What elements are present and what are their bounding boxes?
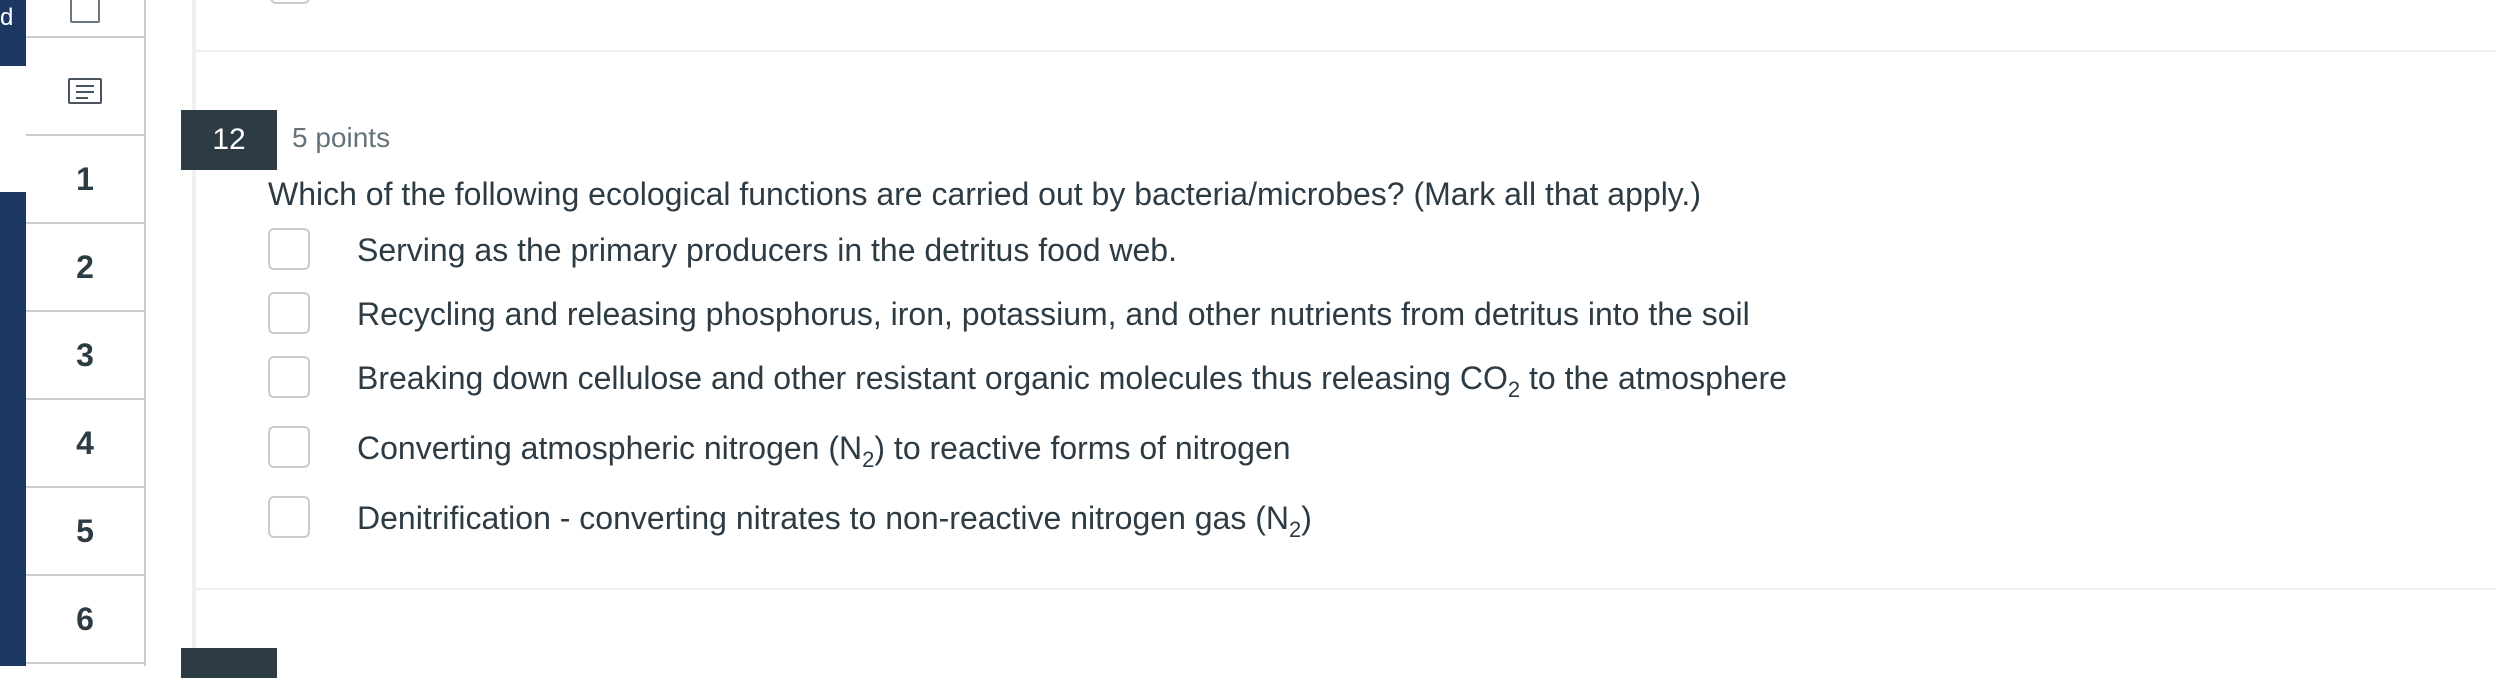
question-nav-item[interactable]: 1 <box>26 136 144 224</box>
question-points: 5 points <box>292 122 391 153</box>
answer-label[interactable]: Breaking down cellulose and other resist… <box>357 360 1787 401</box>
question-number-badge: 12 <box>181 110 277 170</box>
question-divider <box>196 50 2495 52</box>
previous-answer-checkbox[interactable] <box>270 0 310 4</box>
question-nav-item[interactable]: 4 <box>26 400 144 488</box>
text-question-icon <box>68 78 102 104</box>
content-left-border <box>192 0 196 666</box>
global-nav-glyph: d <box>0 4 14 31</box>
question-text: Which of the following ecological functi… <box>268 176 1701 212</box>
answer-checkbox[interactable] <box>268 228 310 270</box>
question-divider <box>196 588 2495 590</box>
global-nav-strip: d <box>0 0 26 666</box>
answer-checkbox[interactable] <box>268 496 310 538</box>
question-nav-item[interactable]: 3 <box>26 312 144 400</box>
answer-label[interactable]: Recycling and releasing phosphorus, iron… <box>357 296 1750 333</box>
answer-checkbox[interactable] <box>268 292 310 334</box>
answer-label[interactable]: Denitrification - converting nitrates to… <box>357 500 1312 541</box>
answer-label[interactable]: Serving as the primary producers in the … <box>357 232 1177 269</box>
question-nav-flag-cell[interactable] <box>26 0 144 38</box>
answer-label[interactable]: Converting atmospheric nitrogen (N2) to … <box>357 430 1291 471</box>
question-nav-item[interactable]: 5 <box>26 488 144 576</box>
flag-checkbox-icon[interactable] <box>70 0 100 23</box>
next-question-badge <box>181 648 277 678</box>
answer-checkbox[interactable] <box>268 426 310 468</box>
question-nav-item[interactable]: 2 <box>26 224 144 312</box>
global-nav-gap <box>0 66 26 192</box>
question-nav-item[interactable]: 6 <box>26 576 144 664</box>
question-navigator: 1 2 3 4 5 6 <box>26 0 146 666</box>
answer-checkbox[interactable] <box>268 356 310 398</box>
question-nav-text-cell[interactable] <box>26 48 144 136</box>
